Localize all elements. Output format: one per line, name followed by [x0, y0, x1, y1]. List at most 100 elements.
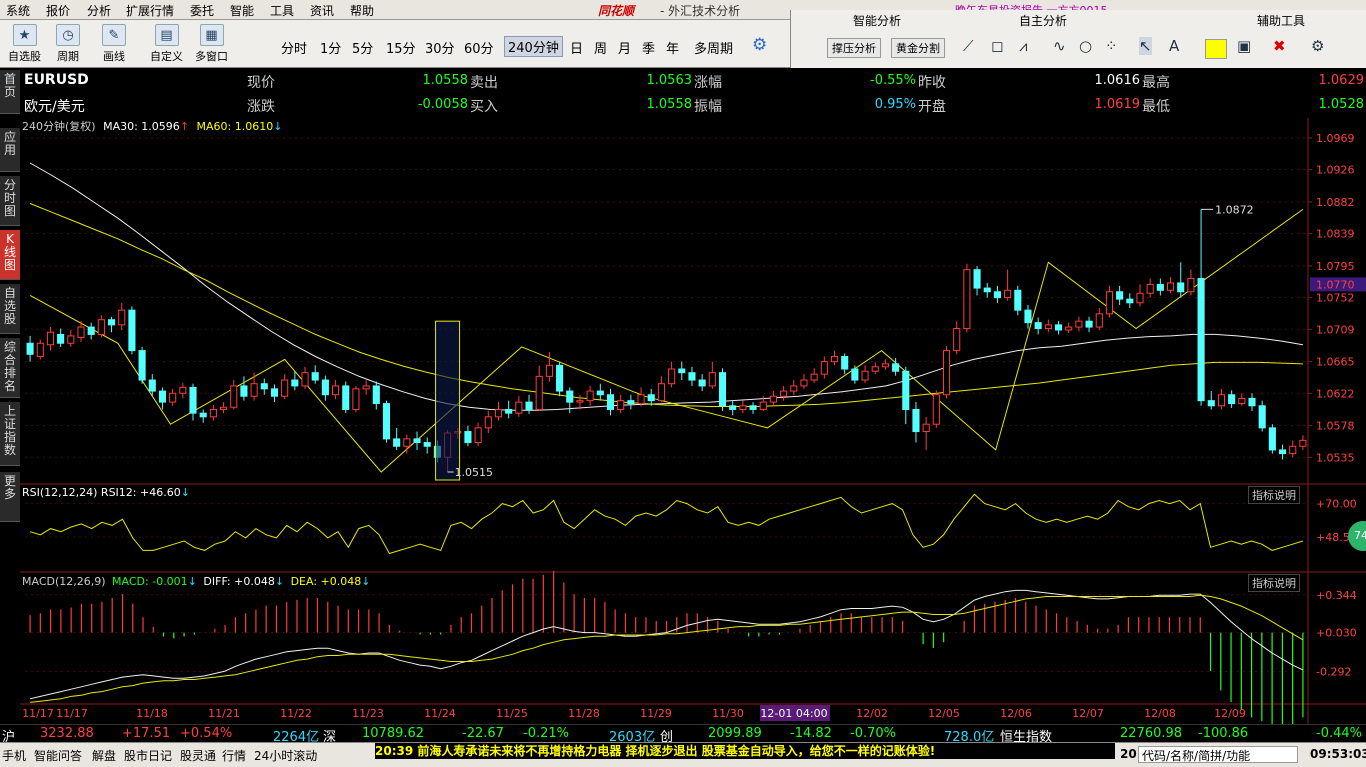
- macd-indicator-button[interactable]: 指标说明: [1248, 574, 1300, 592]
- save-icon[interactable]: ▣: [1237, 37, 1251, 55]
- status-smart-qa[interactable]: 智能问答: [34, 747, 82, 764]
- period-5m[interactable]: 5分: [352, 38, 373, 57]
- period-week[interactable]: 周: [594, 38, 607, 57]
- sidenav-apps[interactable]: 应用: [0, 128, 20, 172]
- period-1m[interactable]: 1分: [320, 38, 341, 57]
- select-stock-button[interactable]: ★ 自选股: [8, 24, 41, 64]
- candle-body: [169, 392, 177, 403]
- sidenav-sh-index[interactable]: 上证指数: [0, 402, 20, 466]
- candle-body: [352, 388, 360, 410]
- dea-line: [30, 594, 1304, 703]
- label-buy: 买入: [470, 99, 498, 115]
- period-legend: 240分钟(复权): [22, 120, 96, 133]
- kline-chart-svg[interactable]: 1.09691.09261.08821.08391.07951.07521.07…: [20, 118, 1366, 724]
- period-season[interactable]: 季: [642, 38, 655, 57]
- candle-body: [1044, 324, 1052, 330]
- candle-body: [1054, 324, 1063, 331]
- candle-body: [912, 408, 920, 433]
- dots-tool-icon[interactable]: ⁘: [1105, 37, 1118, 55]
- rect-tool-icon[interactable]: ◻: [991, 37, 1003, 55]
- circle-tool-icon[interactable]: ○: [1079, 37, 1092, 55]
- menu-quote[interactable]: 报价: [46, 2, 70, 19]
- period-year[interactable]: 年: [666, 38, 679, 57]
- app-title: - 外汇技术分析: [660, 4, 741, 18]
- candle-body: [708, 372, 716, 387]
- cy-index: 2099.89: [708, 726, 762, 741]
- cycle-button[interactable]: ◷ 周期: [56, 24, 80, 64]
- chart-area[interactable]: 1.0969 1.0926 1.0882 1.0839 1.0795 1.0752 1.07…: [20, 118, 1366, 724]
- aux-tools-header[interactable]: 辅助工具: [1257, 12, 1305, 29]
- candle-body: [382, 403, 391, 440]
- menu-analysis[interactable]: 分析: [87, 2, 111, 19]
- sidenav-watchlist[interactable]: 自选股: [0, 284, 20, 334]
- period-timeshare[interactable]: 分时: [281, 38, 307, 57]
- label-change: 涨跌: [247, 99, 275, 115]
- label-price: 现价: [247, 75, 275, 91]
- arrow-down-icon: ↓: [187, 575, 197, 588]
- sh-pct: +0.54%: [180, 726, 233, 741]
- x-axis-label: 11/23: [352, 707, 384, 720]
- period-240m[interactable]: 240分钟: [504, 36, 563, 57]
- menu-tools[interactable]: 工具: [270, 2, 294, 19]
- candle-body: [179, 386, 187, 394]
- sidenav-timeshare[interactable]: 分时图: [0, 176, 20, 226]
- status-jiepan[interactable]: 解盘: [92, 747, 116, 764]
- candle-body: [332, 385, 340, 396]
- news-scroll[interactable]: 20:39 前海人寿承诺未来将不再增持格力电器 择机逐步退出 股票基金自动导入，…: [375, 743, 1115, 759]
- golden-split-button[interactable]: 黄金分割: [891, 38, 945, 58]
- candle-body: [647, 394, 655, 402]
- menu-info[interactable]: 资讯: [310, 2, 334, 19]
- candle-body: [1014, 289, 1022, 311]
- period-month[interactable]: 月: [618, 38, 631, 57]
- rsi-indicator-button[interactable]: 指标说明: [1248, 486, 1300, 504]
- sidenav-kline[interactable]: K线图: [0, 230, 20, 280]
- smart-analysis-header[interactable]: 智能分析: [853, 12, 901, 29]
- x-axis-label: 11/28: [568, 707, 600, 720]
- candle-body: [810, 373, 818, 381]
- search-input[interactable]: 代码/名称/简拼/功能: [1138, 746, 1298, 763]
- self-analysis-header[interactable]: 自主分析: [1019, 12, 1067, 29]
- sidenav-more[interactable]: 更多: [0, 472, 20, 522]
- menu-smart[interactable]: 智能: [230, 2, 254, 19]
- delete-icon[interactable]: ✖: [1273, 37, 1286, 55]
- candle-body: [97, 319, 105, 335]
- support-analysis-button[interactable]: 撑压分析: [827, 38, 881, 58]
- period-30m[interactable]: 30分: [425, 38, 455, 57]
- x-axis-label: 11/18: [136, 707, 168, 720]
- custom-button[interactable]: ▤ 自定义: [150, 24, 183, 64]
- period-multi[interactable]: 多周期: [694, 38, 733, 57]
- settings-icon[interactable]: ⚙: [1311, 37, 1324, 55]
- menu-entrust[interactable]: 委托: [190, 2, 214, 19]
- candle-body: [861, 370, 869, 381]
- multi-window-button[interactable]: ▦ 多窗口: [195, 24, 228, 64]
- candle-body: [953, 328, 961, 352]
- side-nav: 首页 应用 分时图 K线图 自选股 综合排名 上证指数 更多: [0, 68, 20, 740]
- menu-extended[interactable]: 扩展行情: [126, 2, 174, 19]
- candle-body: [637, 394, 645, 405]
- status-24h[interactable]: 24小时滚动: [254, 747, 317, 764]
- symbol-name: 欧元/美元: [24, 99, 85, 115]
- sh-change: +17.51: [122, 726, 171, 741]
- period-day[interactable]: 日: [570, 38, 583, 57]
- status-mobile[interactable]: 手机: [2, 747, 26, 764]
- sidenav-ranking[interactable]: 综合排名: [0, 338, 20, 398]
- candle-body: [1146, 283, 1154, 294]
- gear-icon[interactable]: ⚙: [752, 35, 767, 55]
- rsi-line: [29, 493, 1304, 555]
- sidenav-home[interactable]: 首页: [0, 70, 20, 114]
- polyline-tool-icon[interactable]: ⩘: [1019, 37, 1027, 55]
- draw-button[interactable]: ✎ 画线: [102, 24, 126, 64]
- text-tool-icon[interactable]: A: [1169, 37, 1179, 55]
- period-60m[interactable]: 60分: [464, 38, 494, 57]
- right-panel: 智能分析 自主分析 辅助工具 撑压分析 黄金分割 ⟋ ◻ ⩘ ∿ ○ ⁘ ↖ A…: [790, 10, 1366, 68]
- cursor-icon[interactable]: ↖: [1139, 37, 1152, 55]
- menu-help[interactable]: 帮助: [350, 2, 374, 19]
- period-15m[interactable]: 15分: [386, 38, 416, 57]
- wave-tool-icon[interactable]: ∿: [1053, 37, 1066, 55]
- color-swatch-icon[interactable]: [1205, 39, 1227, 59]
- menu-system[interactable]: 系统: [6, 2, 30, 19]
- line-tool-icon[interactable]: ⟋: [963, 37, 974, 55]
- status-gulingtong[interactable]: 股灵通: [180, 747, 216, 764]
- status-diary[interactable]: 股市日记: [124, 747, 172, 764]
- status-market[interactable]: 行情: [222, 747, 246, 764]
